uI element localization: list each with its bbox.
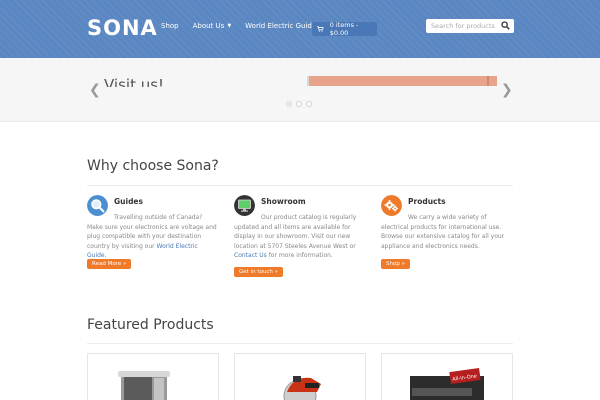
feature-description: We carry a wide variety of electrical pr… — [381, 213, 512, 251]
chevron-left-icon[interactable]: ❮ — [89, 82, 101, 98]
feature-title: Guides — [114, 197, 143, 206]
read-more-button[interactable]: Read More » — [87, 259, 132, 269]
search-box — [426, 19, 514, 33]
divider — [87, 185, 513, 186]
site-logo[interactable]: SONA — [87, 16, 158, 40]
caret-down-icon: ▼ — [227, 23, 232, 29]
shop-button[interactable]: Shop » — [381, 259, 410, 269]
nav-shop-label: Shop — [161, 22, 179, 30]
feature-description: Travelling outside of Canada? Make sure … — [87, 213, 218, 261]
site-header: SONA Shop About Us ▼ World Electric Guide… — [0, 0, 600, 58]
feature-title: Showroom — [261, 197, 306, 206]
slide-title: Visit us! — [104, 76, 165, 87]
feature-description: Our product catalog is regularly updated… — [234, 213, 365, 261]
circular-saw-image — [283, 376, 321, 400]
nav-about-us[interactable]: About Us ▼ — [193, 22, 232, 30]
cart-icon — [317, 26, 324, 32]
nav-shop[interactable]: Shop — [161, 22, 179, 30]
slider-dot-1[interactable] — [286, 101, 292, 107]
why-heading: Why choose Sona? — [87, 158, 219, 174]
feature-text: We carry a wide variety of electrical pr… — [381, 214, 505, 250]
cart-button[interactable]: 0 items - $0.00 — [312, 21, 377, 37]
slider-dot-3[interactable] — [306, 101, 312, 107]
slider-dots — [286, 101, 316, 107]
product-card[interactable]: All-In-One — [381, 353, 513, 400]
cart-summary: 0 items - $0.00 — [329, 21, 359, 37]
slide-image — [307, 76, 497, 86]
contact-us-link[interactable]: Contact Us — [234, 252, 267, 259]
nav-about-label: About Us — [192, 22, 225, 30]
nav-guide-label: World Electric Guide — [245, 22, 317, 30]
product-card[interactable] — [234, 353, 366, 400]
divider — [87, 343, 513, 344]
slider-dot-2[interactable] — [296, 101, 302, 107]
main-nav: Shop About Us▼ World Electric Guide ▼ — [161, 22, 337, 30]
feature-title: Products — [408, 197, 446, 206]
chevron-right-icon[interactable]: ❯ — [501, 82, 513, 98]
search-icon[interactable] — [501, 21, 510, 30]
get-in-touch-button[interactable]: Get in touch » — [234, 267, 283, 277]
feature-text: Our product catalog is regularly updated… — [234, 214, 357, 250]
feature-text-end: for more information. — [266, 252, 333, 260]
all-in-one-box-image: All-In-One — [410, 367, 484, 400]
featured-heading: Featured Products — [87, 317, 214, 333]
toaster-oven-image — [118, 371, 170, 400]
hero-slider: Visit us! ❮ ❯ — [0, 58, 600, 122]
product-card[interactable] — [87, 353, 219, 400]
search-input[interactable] — [426, 19, 498, 33]
